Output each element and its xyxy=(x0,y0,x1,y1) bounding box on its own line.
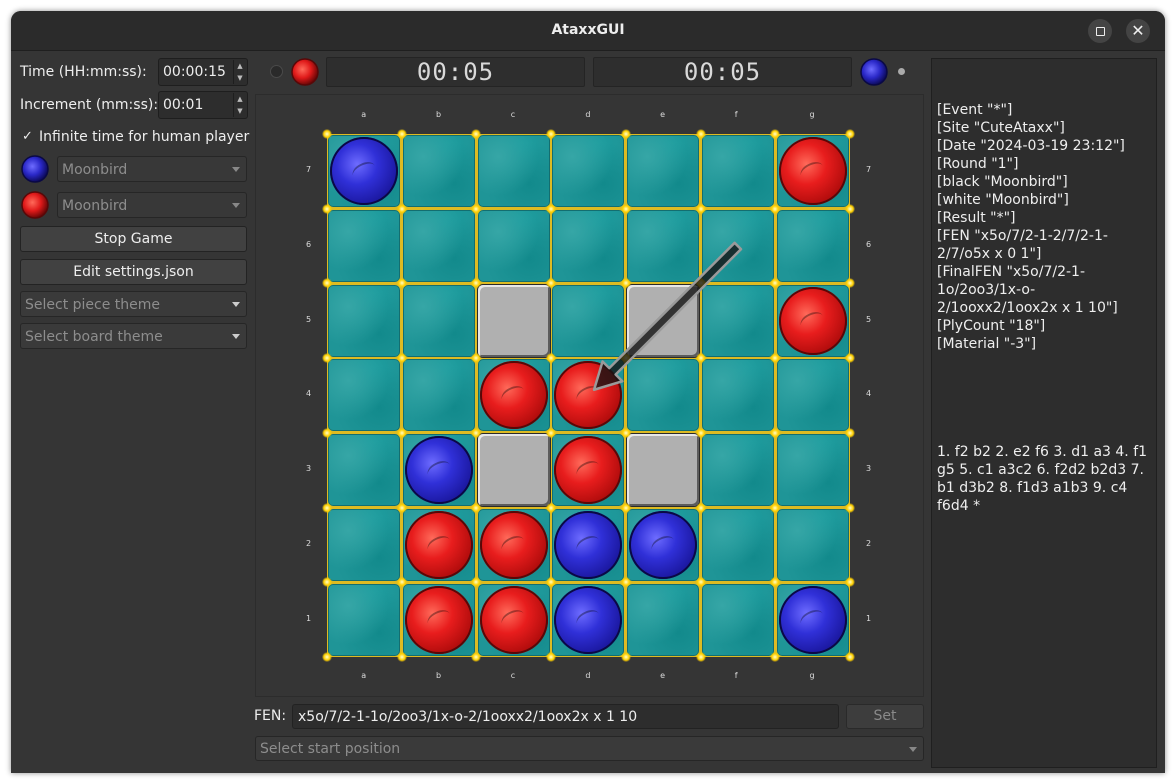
chevron-down-icon xyxy=(232,302,240,307)
board-theme-placeholder: Select board theme xyxy=(25,329,163,345)
maximize-button[interactable] xyxy=(1088,19,1112,43)
rank-label: 6 xyxy=(866,240,872,249)
right-clock: 00:05 xyxy=(593,57,852,87)
file-label: c xyxy=(510,671,516,680)
stop-game-button[interactable]: Stop Game xyxy=(20,226,247,252)
up-arrow-icon[interactable]: ▲ xyxy=(237,95,242,103)
rank-label: 5 xyxy=(306,314,312,324)
turn-indicator-left xyxy=(270,65,283,78)
start-position-select[interactable]: Select start position xyxy=(255,736,924,761)
app-window: AtaxxGUI ✕ Time (HH:mm:ss): 00:00:15 ▲ ▼ … xyxy=(11,11,1165,773)
rank-label: 1 xyxy=(866,613,872,623)
pgn-header-line: [Event "*"] xyxy=(937,102,1013,118)
pgn-header-line: [Material "-3"] xyxy=(937,336,1037,352)
file-label: g xyxy=(809,110,815,119)
file-label: g xyxy=(809,671,815,680)
file-label: f xyxy=(734,110,738,119)
pgn-header-line: [Round "1"] xyxy=(937,156,1019,172)
window-title: AtaxxGUI xyxy=(551,22,625,38)
file-label: e xyxy=(660,110,666,119)
chevron-down-icon xyxy=(909,747,917,752)
increment-spinbox[interactable]: 00:01 ▲ ▼ xyxy=(158,91,248,119)
chevron-down-icon xyxy=(232,334,240,339)
pgn-header-line: [FinalFEN "x5o/7/2-1-1o/2oo3/1x-o-2/1oox… xyxy=(937,264,1118,316)
rank-label: 6 xyxy=(306,240,312,249)
blue-piece-icon xyxy=(21,155,49,183)
move-arrow-icon xyxy=(592,241,743,391)
file-label: d xyxy=(585,671,591,680)
down-arrow-icon[interactable]: ▼ xyxy=(237,74,242,82)
pgn-header-line: [Site "CuteAtaxx"] xyxy=(937,120,1065,136)
piece-theme-placeholder: Select piece theme xyxy=(25,297,161,313)
file-label: a xyxy=(361,671,367,680)
rank-label: 2 xyxy=(866,538,872,548)
rank-label: 4 xyxy=(306,389,312,399)
piece-theme-select[interactable]: Select piece theme xyxy=(20,291,247,317)
pgn-header-line: [FEN "x5o/7/2-1-2/7/2-1-2/7/o5x x 0 1"] xyxy=(937,228,1108,262)
maximize-icon xyxy=(1095,26,1105,36)
time-spinbox[interactable]: 00:00:15 ▲ ▼ xyxy=(158,58,248,86)
rank-label: 7 xyxy=(306,165,312,175)
down-arrow-icon[interactable]: ▼ xyxy=(237,107,242,115)
rank-label: 3 xyxy=(306,464,312,474)
set-fen-button[interactable]: Set xyxy=(846,704,924,729)
pgn-headers: [Event "*"] [Site "CuteAtaxx"] [Date "2024… xyxy=(937,101,1151,353)
start-position-placeholder: Select start position xyxy=(260,741,401,757)
file-label: f xyxy=(734,671,738,680)
rank-label: 5 xyxy=(866,314,872,324)
file-label: e xyxy=(660,671,666,680)
blue-player-select[interactable]: Moonbird xyxy=(57,156,247,182)
rank-label: 2 xyxy=(306,538,312,548)
red-piece-icon xyxy=(291,58,319,86)
file-label: d xyxy=(585,110,591,119)
red-piece-icon xyxy=(21,191,49,219)
turn-indicator-right xyxy=(898,68,905,75)
chevron-down-icon xyxy=(232,167,240,172)
rank-label: 4 xyxy=(866,389,872,399)
board-theme-select[interactable]: Select board theme xyxy=(20,323,247,349)
pgn-moves: 1. f2 b2 2. e2 f6 3. d1 a3 4. f1 g5 5. c… xyxy=(937,444,1152,514)
rank-label: 1 xyxy=(306,613,312,623)
fen-label: FEN: xyxy=(254,708,287,724)
time-label: Time (HH:mm:ss): xyxy=(20,64,147,80)
up-arrow-icon[interactable]: ▲ xyxy=(237,62,242,70)
blue-player-value: Moonbird xyxy=(62,162,128,178)
increment-label: Increment (mm:ss): xyxy=(20,97,159,113)
pgn-header-line: [PlyCount "18"] xyxy=(937,318,1046,334)
pgn-header-line: [black "Moonbird"] xyxy=(937,174,1068,190)
pgn-header-line: [white "Moonbird"] xyxy=(937,192,1069,208)
file-label: a xyxy=(361,110,367,119)
file-label: b xyxy=(436,671,442,680)
fen-value[interactable]: x5o/7/2-1-1o/2oo3/1x-o-2/1ooxx2/1oox2x x… xyxy=(298,709,637,725)
pgn-panel[interactable]: [Event "*"] [Site "CuteAtaxx"] [Date "2024… xyxy=(931,58,1157,768)
pgn-header-line: [Result "*"] xyxy=(937,210,1016,226)
increment-stepper[interactable]: ▲ ▼ xyxy=(233,93,246,117)
time-value: 00:00:15 xyxy=(163,64,226,80)
title-bar: AtaxxGUI ✕ xyxy=(11,11,1165,51)
close-button[interactable]: ✕ xyxy=(1126,19,1150,43)
left-clock: 00:05 xyxy=(326,57,585,87)
check-icon[interactable]: ✓ xyxy=(22,129,33,144)
pgn-header-line: [Date "2024-03-19 23:12"] xyxy=(937,138,1125,154)
close-icon: ✕ xyxy=(1131,21,1145,40)
blue-piece-icon xyxy=(860,58,888,86)
increment-value: 00:01 xyxy=(163,97,204,113)
rank-label: 7 xyxy=(866,165,872,175)
chevron-down-icon xyxy=(232,203,240,208)
file-label: c xyxy=(510,110,516,119)
red-player-select[interactable]: Moonbird xyxy=(57,192,247,218)
rank-label: 3 xyxy=(866,464,872,474)
edit-settings-button[interactable]: Edit settings.json xyxy=(20,259,247,285)
time-stepper[interactable]: ▲ ▼ xyxy=(233,60,246,84)
game-board[interactable] xyxy=(322,129,855,662)
file-label: b xyxy=(436,110,442,119)
red-player-value: Moonbird xyxy=(62,198,128,214)
infinite-time-label[interactable]: Infinite time for human player xyxy=(39,129,249,145)
fen-input[interactable]: x5o/7/2-1-1o/2oo3/1x-o-2/1ooxx2/1oox2x x… xyxy=(292,704,839,729)
